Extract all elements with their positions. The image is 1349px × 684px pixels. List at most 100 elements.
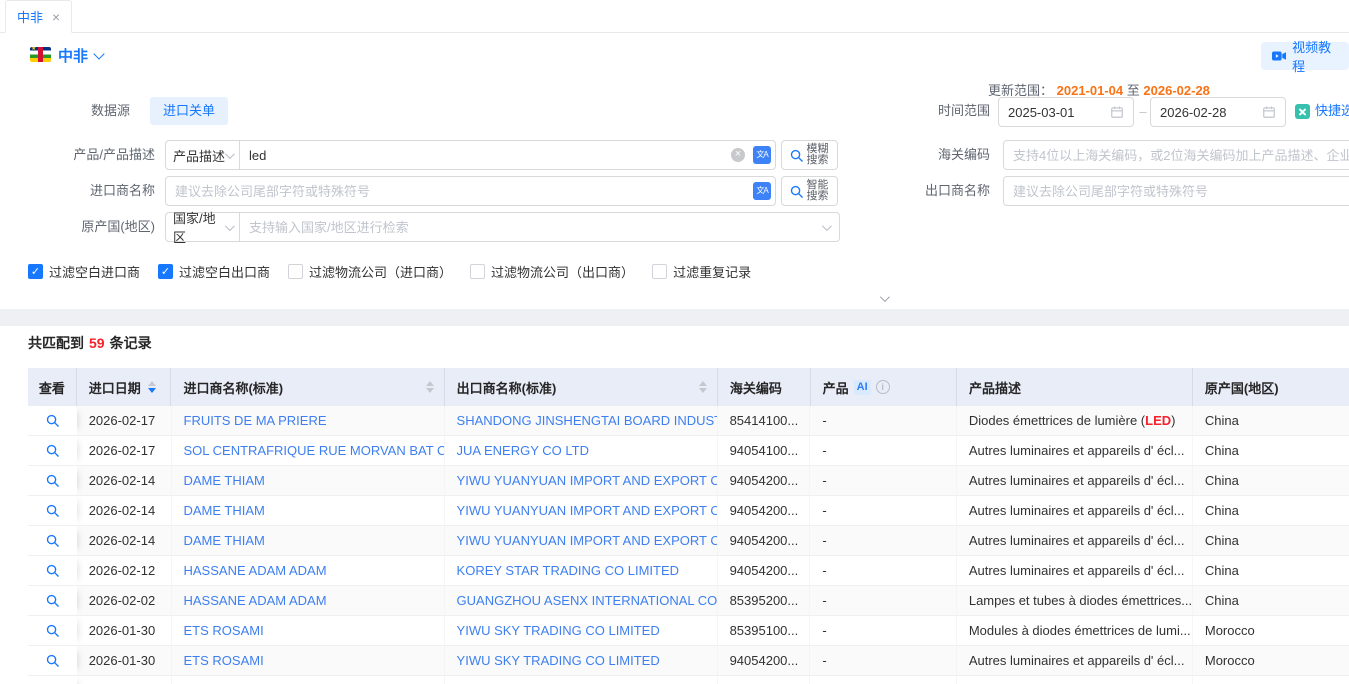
checkbox-checked-icon[interactable] — [28, 264, 43, 279]
description-cell: Autres luminaires et appareils d' écl... — [957, 436, 1193, 465]
smart-search-button[interactable]: 智能搜索 — [781, 176, 838, 206]
close-icon[interactable] — [52, 10, 60, 24]
header-exporter-label: 出口商名称(标准) — [457, 378, 557, 397]
collapse-panel-handle[interactable] — [844, 292, 922, 308]
exporter-link[interactable]: YIWU YUANYUAN IMPORT AND EXPORT C... — [445, 526, 718, 555]
header-importer[interactable]: 进口商名称(标准) — [171, 368, 444, 406]
view-detail-icon[interactable] — [45, 473, 60, 488]
view-cell — [28, 496, 77, 525]
country-title[interactable]: 中非 — [58, 45, 88, 66]
checkbox-filter-blank-importer[interactable]: 过滤空白进口商 — [28, 262, 140, 281]
description-cell: Autres luminaires et appareils d' écl... — [957, 526, 1193, 555]
sort-icons[interactable] — [426, 381, 434, 393]
table-row: 2026-02-02 HASSANE ADAM ADAM GUANGZHOU A… — [28, 586, 1349, 616]
header-import-date-label: 进口日期 — [89, 378, 141, 397]
origin-cell: China — [1193, 436, 1349, 465]
checkbox-label: 过滤空白进口商 — [49, 262, 140, 281]
importer-link[interactable]: ETS ROSAMI — [172, 646, 445, 675]
checkbox-filter-logistics-exporter[interactable]: 过滤物流公司（出口商） — [470, 262, 634, 281]
exporter-link[interactable]: YIWU SKY TRADING CO LIMITED — [445, 616, 718, 645]
video-tutorial-button[interactable]: 视频教程 — [1261, 42, 1349, 70]
importer-name-input[interactable] — [165, 176, 776, 206]
exporter-name-input[interactable] — [1003, 176, 1349, 206]
quick-select-link[interactable]: 快捷选择 — [1315, 96, 1349, 126]
view-cell — [28, 586, 77, 615]
view-detail-icon[interactable] — [45, 503, 60, 518]
checkbox-filter-blank-exporter[interactable]: 过滤空白出口商 — [158, 262, 270, 281]
description-cell: Lampes et tubes à diodes émettrices... — [957, 586, 1193, 615]
checkbox-checked-icon[interactable] — [158, 264, 173, 279]
importer-link[interactable]: DAME THIAM — [172, 526, 445, 555]
checkbox-filter-duplicate-records[interactable]: 过滤重复记录 — [652, 262, 751, 281]
product-type-select[interactable]: 产品描述 — [165, 140, 240, 170]
hs-code-cell: 85414100... — [718, 406, 811, 435]
tab-zhongfei[interactable]: 中非 — [5, 0, 72, 33]
hs-code-input[interactable] — [1003, 140, 1349, 170]
exporter-link[interactable]: GUANGZHOU ASENX INTERNATIONAL CO ... — [445, 586, 718, 615]
quick-select-icon[interactable] — [1295, 104, 1310, 119]
view-detail-icon[interactable] — [45, 413, 60, 428]
product-cell: - — [810, 646, 956, 675]
origin-country-input[interactable] — [239, 212, 840, 242]
fuzzy-search-button[interactable]: 模糊搜索 — [781, 140, 838, 170]
origin-region-select[interactable]: 国家/地区 — [165, 212, 240, 242]
view-detail-icon[interactable] — [45, 623, 60, 638]
end-date-input[interactable]: 2026-02-28 — [1150, 97, 1286, 127]
fuzzy-search-label: 模糊搜索 — [807, 144, 831, 166]
header-import-date[interactable]: 进口日期 — [77, 368, 172, 406]
exporter-link[interactable]: KOREY STAR TRADING CO LIMITED — [445, 556, 718, 585]
importer-link[interactable]: DAME THIAM — [172, 496, 445, 525]
importer-link[interactable]: DAME THIAM — [172, 466, 445, 495]
origin-cell: China — [1193, 526, 1349, 555]
sort-icons[interactable] — [699, 381, 707, 393]
view-detail-icon[interactable] — [45, 533, 60, 548]
exporter-link[interactable]: YIWU SKY TRADING CO LIMITED — [445, 646, 718, 675]
info-icon[interactable] — [876, 380, 890, 394]
importer-link[interactable]: ETS ROSAMI — [172, 616, 445, 645]
importer-link[interactable]: HASSANE ADAM ADAM — [172, 586, 445, 615]
table-header-row: 查看 进口日期 进口商名称(标准) 出口商名称(标准) 海关编码 产品 AI 产… — [28, 368, 1349, 406]
header-exporter[interactable]: 出口商名称(标准) — [445, 368, 718, 406]
origin-cell: China — [1193, 406, 1349, 435]
description-cell: Autres luminaires et appareils d' écl... — [957, 556, 1193, 585]
sort-icons[interactable] — [148, 381, 156, 393]
importer-link[interactable]: HASSANE ADAM ADAM — [172, 556, 445, 585]
translate-icon[interactable] — [753, 182, 771, 200]
section-divider — [0, 309, 1349, 326]
exporter-link[interactable]: YIWU YUANYUAN IMPORT AND EXPORT C... — [445, 466, 718, 495]
ai-badge: AI — [854, 380, 871, 395]
smart-search-label: 智能搜索 — [807, 180, 831, 202]
table-row: 2026-02-17 FRUITS DE MA PRIERE SHANDONG … — [28, 406, 1349, 436]
product-cell: - — [810, 556, 956, 585]
update-range-start: 2021-01-04 — [1057, 83, 1124, 98]
start-date-input[interactable]: 2025-03-01 — [998, 97, 1134, 127]
product-search-input[interactable] — [239, 140, 776, 170]
view-detail-icon[interactable] — [45, 653, 60, 668]
view-cell — [28, 616, 77, 645]
checkbox-unchecked-icon[interactable] — [470, 264, 485, 279]
view-detail-icon[interactable] — [45, 593, 60, 608]
importer-link[interactable]: SOL CENTRAFRIQUE RUE MORVAN BAT OF... — [172, 436, 445, 465]
table-row: 2026-02-12 HASSANE ADAM ADAM KOREY STAR … — [28, 556, 1349, 586]
central-african-republic-flag-icon: ★ — [30, 47, 51, 62]
datasource-import-declaration-chip[interactable]: 进口关单 — [150, 97, 228, 125]
header-description: 产品描述 — [957, 368, 1193, 406]
checkbox-unchecked-icon[interactable] — [652, 264, 667, 279]
flag-red-bar — [38, 47, 43, 62]
translate-icon[interactable] — [753, 146, 771, 164]
importer-link[interactable]: FRUITS DE MA PRIERE — [172, 406, 445, 435]
view-cell — [28, 526, 77, 555]
view-detail-icon[interactable] — [45, 443, 60, 458]
exporter-link[interactable]: JUA ENERGY CO LTD — [445, 436, 718, 465]
hs-code-cell: 85395100... — [718, 616, 811, 645]
view-detail-icon[interactable] — [45, 563, 60, 578]
clear-input-icon[interactable] — [731, 148, 745, 162]
checkbox-unchecked-icon[interactable] — [288, 264, 303, 279]
checkbox-filter-logistics-importer[interactable]: 过滤物流公司（进口商） — [288, 262, 452, 281]
flag-star: ★ — [31, 47, 36, 52]
exporter-link[interactable]: YIWU YUANYUAN IMPORT AND EXPORT C... — [445, 496, 718, 525]
header-hs-code: 海关编码 — [718, 368, 811, 406]
chevron-down-icon[interactable] — [93, 48, 104, 59]
origin-country-label: 原产国(地区) — [25, 212, 155, 242]
exporter-link[interactable]: SHANDONG JINSHENGTAI BOARD INDUST... — [445, 406, 718, 435]
